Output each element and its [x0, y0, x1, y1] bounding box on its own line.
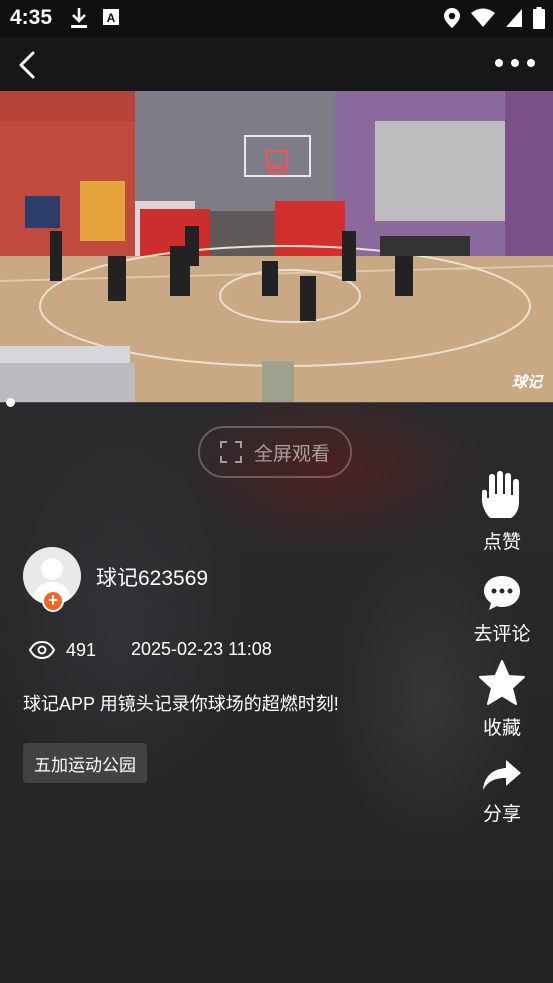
- more-dot: [495, 59, 503, 67]
- favorite-button[interactable]: 收藏: [462, 660, 542, 740]
- eye-icon: [28, 640, 56, 660]
- progress-handle[interactable]: [6, 398, 15, 407]
- post-date: 2025-02-23 11:08: [131, 639, 272, 659]
- font-icon: A: [103, 9, 119, 25]
- top-bar: [0, 37, 553, 91]
- video-watermark: 球记: [512, 374, 544, 391]
- location-tag[interactable]: 五加运动公园: [23, 743, 147, 783]
- share-label: 分享: [482, 804, 521, 825]
- favorite-label: 收藏: [482, 718, 521, 739]
- fullscreen-label: 全屏观看: [253, 443, 330, 465]
- video-player[interactable]: 球记: [0, 91, 553, 402]
- status-time: 4:35: [10, 6, 53, 29]
- more-horizontal-icon[interactable]: [495, 59, 537, 71]
- hand-icon: [482, 471, 519, 518]
- follow-button[interactable]: +: [42, 590, 64, 612]
- share-icon: [483, 760, 521, 790]
- video-frame: 球记: [0, 91, 553, 402]
- more-dot: [511, 59, 519, 67]
- caption: 球记APP 用镜头记录你球场的超燃时刻!: [23, 694, 339, 714]
- star-icon: [479, 660, 525, 705]
- comment-label: 去评论: [473, 624, 531, 645]
- like-label: 点赞: [482, 532, 521, 553]
- share-button[interactable]: 分享: [462, 758, 542, 826]
- status-bar: 4:35 A: [0, 0, 553, 37]
- comment-button[interactable]: 去评论: [462, 574, 542, 646]
- fullscreen-button[interactable]: 全屏观看: [198, 426, 352, 478]
- meta-row: 491 2025-02-23 11:08: [28, 637, 272, 663]
- more-dot: [527, 59, 535, 67]
- location-icon: [444, 8, 460, 28]
- battery-icon: [533, 7, 545, 29]
- chevron-left-icon[interactable]: [12, 51, 42, 79]
- author-name[interactable]: 球记623569: [96, 562, 208, 592]
- signal-icon: [506, 9, 522, 27]
- view-count: 491: [66, 639, 97, 660]
- svg-text:A: A: [107, 11, 116, 25]
- comment-icon: [484, 576, 520, 610]
- download-icon: [71, 8, 87, 28]
- like-button[interactable]: 点赞: [462, 470, 542, 554]
- progress-track[interactable]: [0, 402, 553, 403]
- fullscreen-icon: [219, 441, 242, 463]
- wifi-icon: [471, 8, 495, 27]
